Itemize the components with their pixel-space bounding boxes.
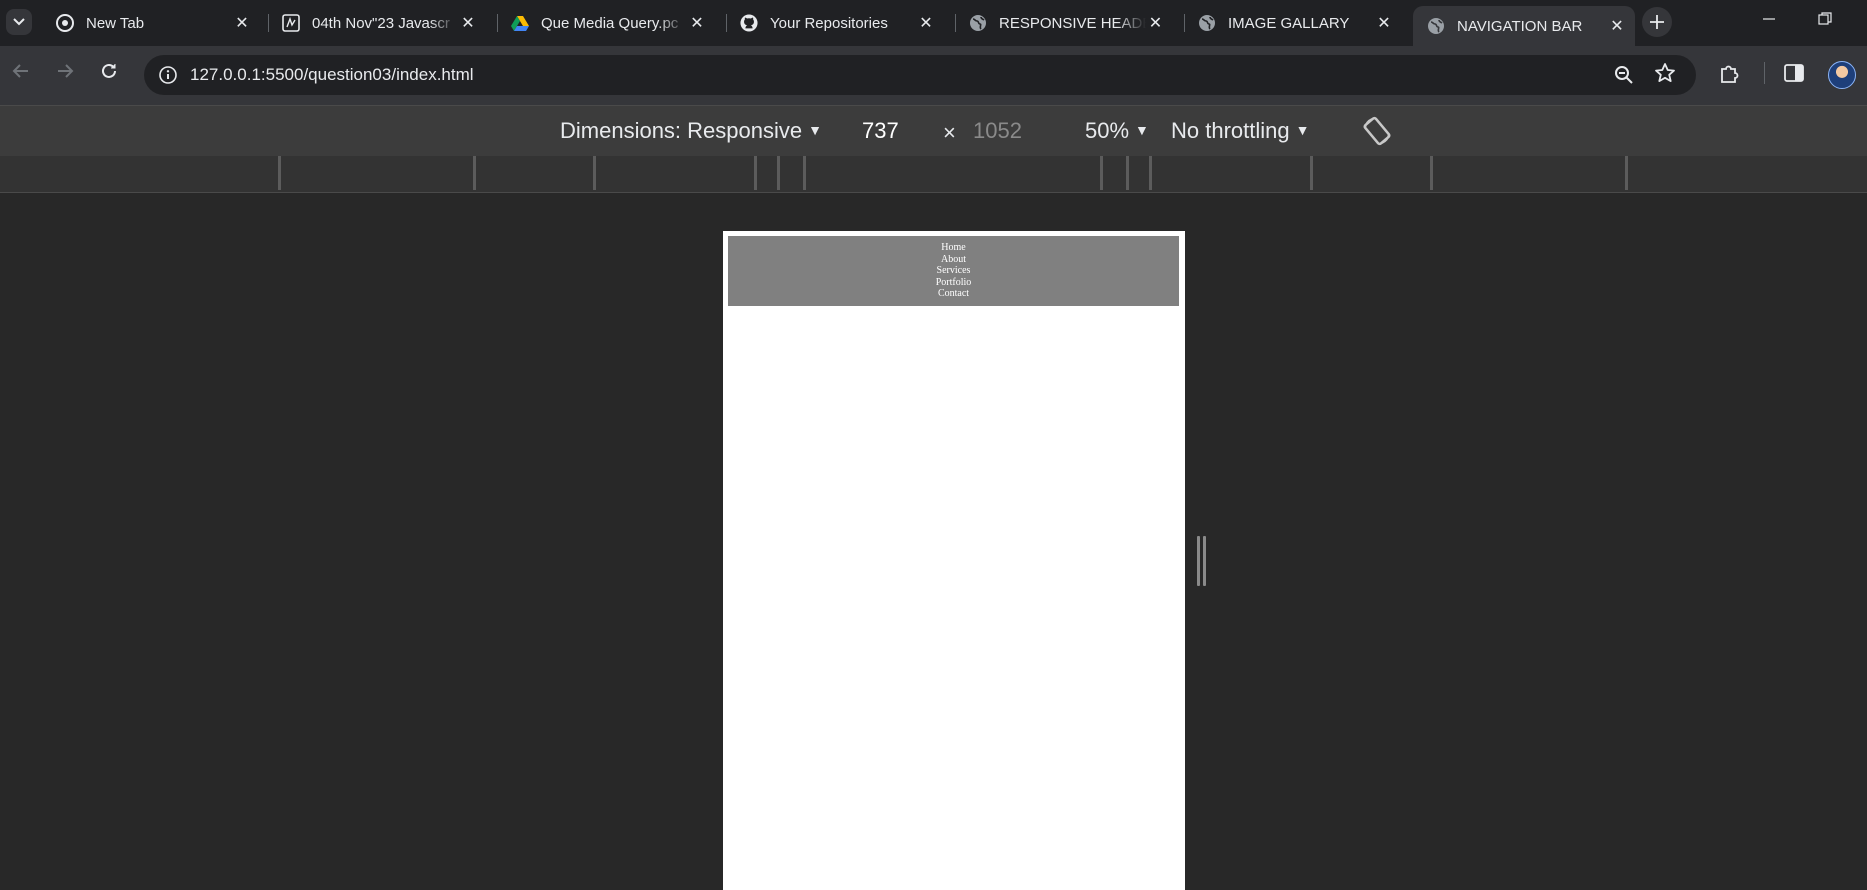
- new-tab-button[interactable]: [1642, 7, 1672, 37]
- toolbar-divider: [1764, 62, 1765, 84]
- restore-button[interactable]: [1818, 12, 1832, 31]
- tab-image-gallary[interactable]: IMAGE GALLARY ✕: [1184, 6, 1402, 40]
- extensions-button[interactable]: [1718, 63, 1740, 90]
- forward-button[interactable]: [56, 62, 74, 84]
- dimensions-dropdown[interactable]: Dimensions: Responsive ▼: [560, 118, 822, 144]
- puzzle-icon: [1721, 65, 1739, 83]
- dimensions-label: Dimensions: Responsive: [560, 118, 803, 143]
- ruler-marker[interactable]: [803, 156, 806, 190]
- arrow-left-icon: [12, 64, 28, 78]
- viewport-resize-handle[interactable]: [1197, 536, 1207, 586]
- bookmark-star-icon[interactable]: [1654, 62, 1676, 90]
- close-icon[interactable]: ✕: [687, 13, 707, 33]
- tab-new-tab[interactable]: New Tab ✕: [42, 6, 260, 40]
- width-input[interactable]: 737: [862, 118, 899, 144]
- minimize-button[interactable]: [1762, 12, 1776, 31]
- ruler-marker[interactable]: [593, 156, 596, 190]
- zoom-dropdown[interactable]: 50% ▼: [1085, 118, 1149, 144]
- address-bar[interactable]: 127.0.0.1:5500/question03/index.html: [144, 55, 1696, 95]
- site-info-icon[interactable]: [158, 65, 178, 85]
- reload-button[interactable]: [100, 62, 118, 84]
- tab-javascript-notes[interactable]: 04th Nov"23 Javascr ✕: [268, 6, 486, 40]
- ruler-marker[interactable]: [1430, 156, 1433, 190]
- ruler-marker[interactable]: [754, 156, 757, 190]
- zoom-label: 50%: [1085, 118, 1130, 143]
- rotate-icon[interactable]: [1360, 114, 1394, 154]
- zoom-icon[interactable]: [1614, 65, 1634, 90]
- url-text[interactable]: 127.0.0.1:5500/question03/index.html: [190, 65, 474, 85]
- ruler-marker[interactable]: [777, 156, 780, 190]
- browser-toolbar: 127.0.0.1:5500/question03/index.html: [0, 46, 1867, 105]
- caret-down-icon: ▼: [1295, 122, 1310, 138]
- emulated-viewport: Home About Services Portfolio Contact: [723, 231, 1185, 890]
- ruler-marker[interactable]: [1310, 156, 1313, 190]
- chrome-icon: [56, 14, 74, 32]
- media-query-ruler: [0, 156, 1867, 193]
- nav-link-contact[interactable]: Contact: [938, 288, 969, 300]
- close-icon[interactable]: ✕: [458, 13, 478, 33]
- tab-title: 04th Nov"23 Javascr: [312, 14, 450, 32]
- restore-icon: [1818, 12, 1832, 25]
- tab-navigation-bar[interactable]: NAVIGATION BAR ✕: [1413, 6, 1635, 46]
- tab-title: IMAGE GALLARY: [1228, 14, 1350, 32]
- globe-icon: [1427, 17, 1445, 35]
- ruler-marker[interactable]: [1100, 156, 1103, 190]
- tab-responsive-header[interactable]: RESPONSIVE HEADE ✕: [955, 6, 1173, 40]
- ruler-marker[interactable]: [1625, 156, 1628, 190]
- times-icon: ×: [943, 120, 956, 145]
- ruler-marker[interactable]: [473, 156, 476, 190]
- close-icon[interactable]: ✕: [1374, 13, 1394, 33]
- tab-title: RESPONSIVE HEADE: [999, 14, 1146, 32]
- tab-strip: New Tab ✕ 04th Nov"23 Javascr ✕ Que Medi…: [0, 0, 1867, 46]
- arrow-right-icon: [58, 64, 74, 78]
- tab-github-repositories[interactable]: Your Repositories ✕: [726, 6, 944, 40]
- side-panel-icon: [1784, 64, 1804, 82]
- device-toolbar: Dimensions: Responsive ▼ 737 × 1052 50% ▼ …: [0, 105, 1867, 156]
- notebook-icon: [282, 14, 300, 32]
- site-navigation-bar: Home About Services Portfolio Contact: [728, 236, 1179, 306]
- height-input[interactable]: 1052: [973, 118, 1022, 144]
- globe-icon: [1198, 14, 1216, 32]
- nav-link-services[interactable]: Services: [937, 265, 971, 277]
- caret-down-icon: ▼: [1135, 122, 1149, 138]
- tab-title: NAVIGATION BAR: [1457, 17, 1583, 35]
- nav-link-portfolio[interactable]: Portfolio: [936, 277, 972, 289]
- throttling-label: No throttling: [1171, 118, 1290, 143]
- throttling-dropdown[interactable]: No throttling ▼: [1171, 118, 1309, 144]
- back-button[interactable]: [12, 62, 30, 84]
- ruler-marker[interactable]: [278, 156, 281, 190]
- caret-down-icon: ▼: [808, 122, 822, 138]
- reload-icon: [102, 63, 116, 78]
- github-icon: [740, 14, 758, 32]
- tab-title: New Tab: [86, 14, 145, 32]
- ruler-marker[interactable]: [1126, 156, 1129, 190]
- close-icon[interactable]: ✕: [1607, 16, 1627, 36]
- chevron-down-icon: [13, 18, 25, 26]
- google-drive-icon: [511, 14, 529, 32]
- minimize-icon: [1763, 18, 1775, 20]
- globe-icon: [969, 14, 987, 32]
- tab-title: Your Repositories: [770, 14, 888, 32]
- side-panel-button[interactable]: [1784, 64, 1804, 87]
- tab-google-drive[interactable]: Que Media Query.pc ✕: [497, 6, 715, 40]
- ruler-marker[interactable]: [1149, 156, 1152, 190]
- nav-link-about[interactable]: About: [941, 254, 966, 266]
- close-icon[interactable]: ✕: [232, 13, 252, 33]
- profile-avatar[interactable]: [1828, 61, 1856, 89]
- tab-title: Que Media Query.pc: [541, 14, 679, 32]
- close-icon[interactable]: ✕: [1146, 13, 1165, 33]
- nav-link-home[interactable]: Home: [941, 242, 965, 254]
- close-icon[interactable]: ✕: [916, 13, 936, 33]
- plus-icon: [1650, 15, 1664, 29]
- tab-search-button[interactable]: [6, 9, 32, 35]
